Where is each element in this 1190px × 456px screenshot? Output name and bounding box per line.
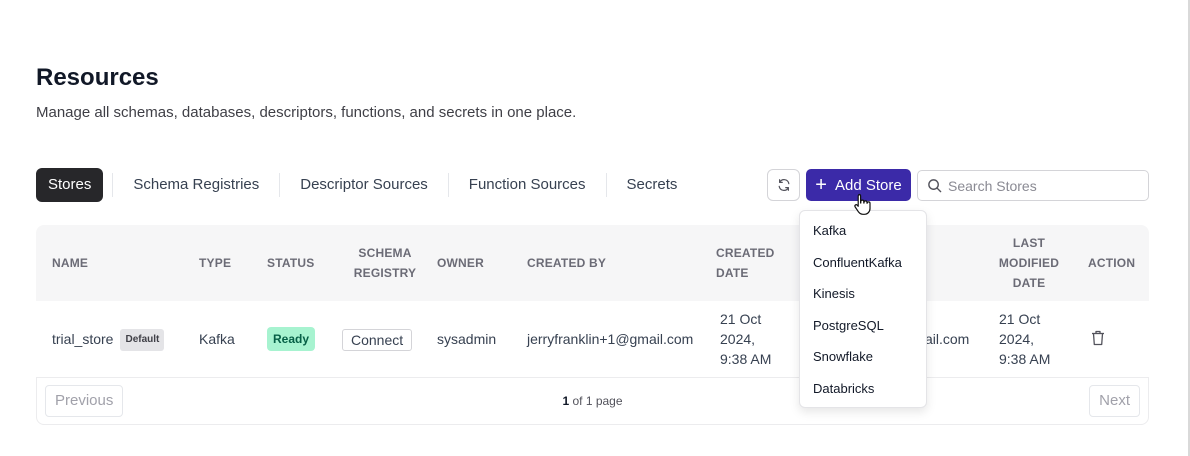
- plus-icon: +: [815, 174, 827, 196]
- menu-item-postgresql[interactable]: PostgreSQL: [813, 317, 884, 335]
- column-header-status[interactable]: STATUS: [267, 253, 314, 273]
- tab-function-sources[interactable]: Function Sources: [449, 168, 606, 202]
- menu-item-databricks[interactable]: Databricks: [813, 380, 874, 398]
- trash-icon: [1092, 330, 1104, 346]
- page-indicator: 1 of 1 page: [37, 394, 1148, 408]
- store-last-modified-date: 21 Oct 2024, 9:38 AM: [999, 311, 1051, 367]
- column-header-owner[interactable]: OWNER: [437, 253, 484, 273]
- store-created-by: jerryfranklin+1@gmail.com: [527, 331, 694, 347]
- page-count: of 1 page: [572, 394, 623, 408]
- refresh-button[interactable]: [767, 169, 800, 201]
- hand-cursor-icon: [854, 193, 871, 215]
- page-title: Resources: [36, 64, 159, 91]
- column-header-created-date[interactable]: CREATED DATE: [716, 243, 776, 283]
- tab-schema-registries[interactable]: Schema Registries: [113, 168, 279, 202]
- default-badge: Default: [120, 329, 165, 352]
- search-icon: [928, 179, 942, 193]
- resource-tabs: Stores Schema Registries Descriptor Sour…: [36, 168, 697, 202]
- store-owner: sysadmin: [437, 331, 497, 347]
- add-store-label: Add Store: [834, 176, 902, 194]
- menu-item-kinesis[interactable]: Kinesis: [813, 285, 855, 303]
- next-button[interactable]: Next: [1089, 385, 1140, 417]
- store-created-date: 21 Oct 2024, 9:38 AM: [720, 311, 772, 367]
- column-header-name[interactable]: NAME: [52, 253, 88, 273]
- column-header-schema-registry[interactable]: SCHEMA REGISTRY: [345, 243, 425, 283]
- store-modified-by: ail.com: [925, 331, 970, 347]
- column-header-created-by[interactable]: CREATED BY: [527, 253, 606, 273]
- store-type: Kafka: [199, 331, 235, 347]
- status-badge: Ready: [267, 327, 316, 351]
- delete-button[interactable]: [1091, 330, 1105, 351]
- page-subtitle: Manage all schemas, databases, descripto…: [36, 104, 577, 121]
- menu-item-snowflake[interactable]: Snowflake: [813, 348, 873, 366]
- column-header-type[interactable]: TYPE: [199, 253, 231, 273]
- connect-button[interactable]: Connect: [342, 329, 413, 351]
- table-header: NAME TYPE STATUS SCHEMA REGISTRY OWNER C…: [36, 225, 1149, 301]
- refresh-icon: [778, 179, 789, 191]
- add-store-menu: Kafka ConfluentKafka Kinesis PostgreSQL …: [799, 210, 927, 408]
- menu-item-kafka[interactable]: Kafka: [813, 222, 846, 240]
- tab-secrets[interactable]: Secrets: [607, 168, 698, 202]
- store-name-cell: trial_store Default: [52, 329, 165, 352]
- pagination: Previous 1 of 1 page Next: [36, 377, 1149, 425]
- current-page: 1: [562, 394, 570, 408]
- search-input[interactable]: [948, 177, 1138, 194]
- column-header-action[interactable]: ACTION: [1088, 253, 1135, 273]
- column-header-last-modified-date[interactable]: LAST MODIFIED DATE: [996, 233, 1062, 293]
- tab-stores[interactable]: Stores: [36, 168, 104, 202]
- tab-descriptor-sources[interactable]: Descriptor Sources: [280, 168, 448, 202]
- menu-item-confluentkafka[interactable]: ConfluentKafka: [813, 254, 902, 272]
- search-box[interactable]: [917, 170, 1149, 201]
- store-name[interactable]: trial_store: [52, 331, 113, 347]
